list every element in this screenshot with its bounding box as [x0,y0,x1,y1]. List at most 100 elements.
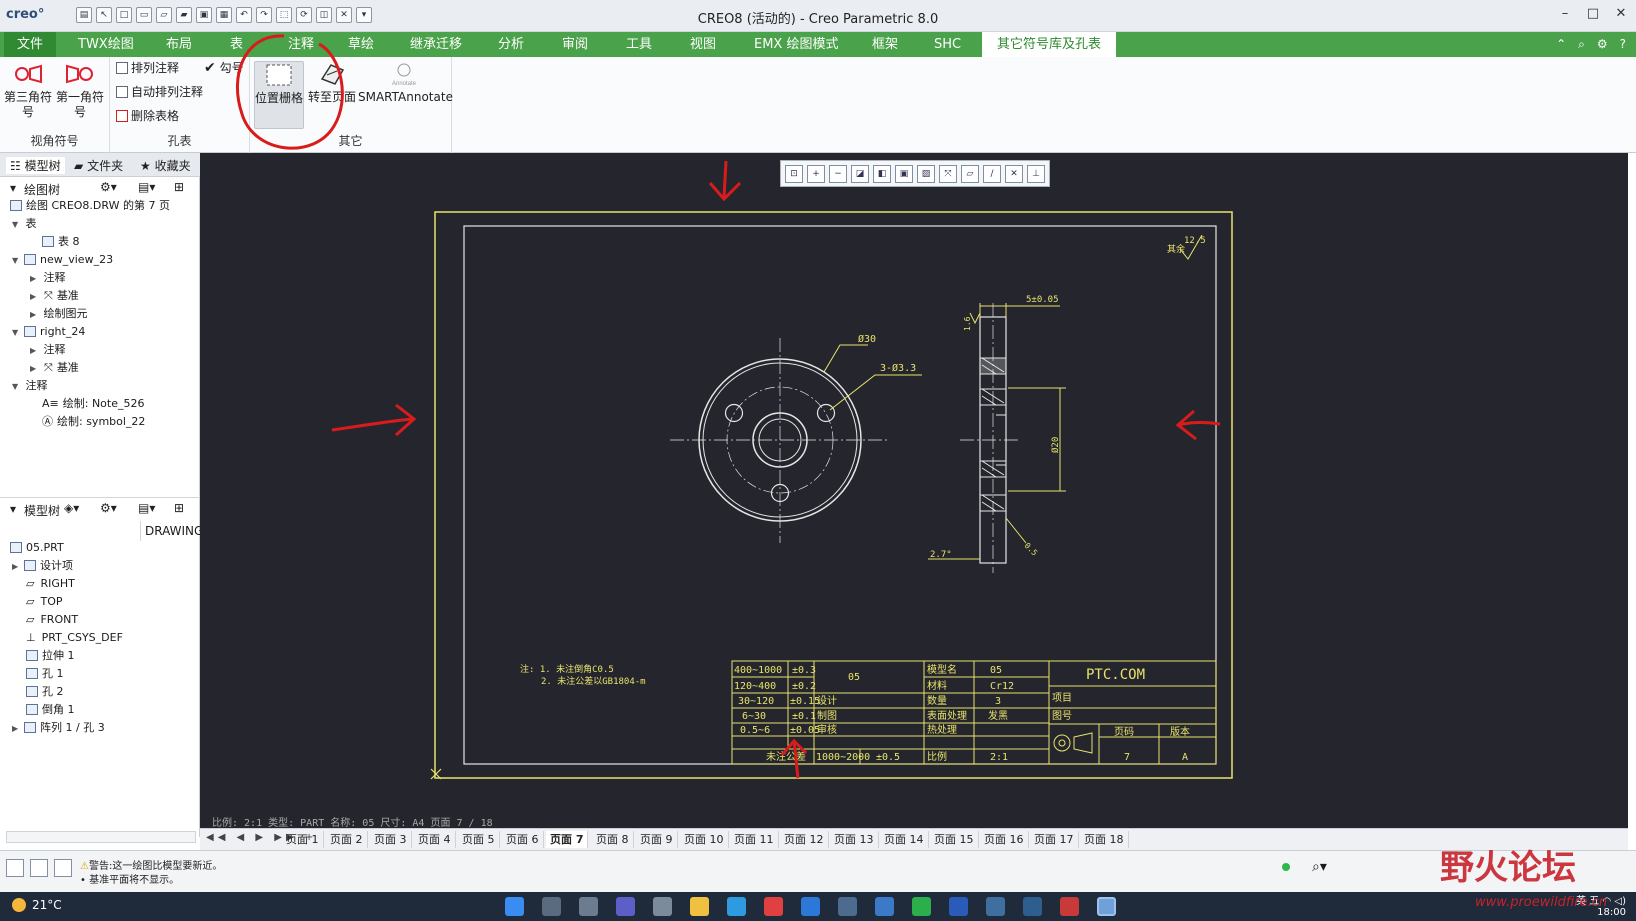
tree-columns-icon[interactable]: ▤▾ [138,501,155,515]
new-icon[interactable]: ▤ [76,7,92,23]
plane-display-icon[interactable]: ▱ [961,164,979,183]
third-angle-button[interactable]: 第三角符号 [2,61,54,120]
repaint-icon[interactable]: ◪ [851,164,869,183]
find-icon[interactable]: ⌕▾ [1312,859,1327,875]
tree-item[interactable]: ▶ 注释 [30,269,66,287]
volume-icon[interactable]: ◁) [1614,896,1626,907]
page-tab[interactable]: 页面 6 [502,831,544,848]
refit-icon[interactable]: ⊡ [785,164,803,183]
close-window-icon[interactable]: ✕ [336,7,352,23]
page-tab[interactable]: 页面 8 [592,831,634,848]
weather-widget[interactable]: 21°C [12,898,62,912]
tree-item[interactable]: ▱ TOP [24,593,62,611]
tab-twx-drawing[interactable]: TWX绘图 [72,32,140,57]
csys-display-icon[interactable]: ⊥ [1027,164,1045,183]
model-tree-header[interactable]: ▾ 模型树 ◈▾ ⚙▾ ▤▾ ⊞ [0,497,200,519]
page-tab[interactable]: 页面 18 [1080,831,1129,848]
collapse-icon[interactable]: ▾ [10,181,16,195]
save-as-icon[interactable]: ▦ [216,7,232,23]
search-icon[interactable]: ⌕ [1578,37,1585,52]
sketch-icon[interactable]: ▨ [917,164,935,183]
tab-favorites[interactable]: ★ 收藏夹 [140,157,191,174]
tree-item[interactable]: ▱ FRONT [24,611,78,629]
collapse-ribbon-icon[interactable]: ⌃ [1556,37,1566,52]
mail-icon[interactable] [801,897,820,916]
page-tab[interactable]: 页面 2 [326,831,368,848]
tree-item[interactable]: ▶ 注释 [30,341,66,359]
app-icon[interactable] [838,897,857,916]
view-manager-icon[interactable]: ▣ [895,164,913,183]
tab-tools[interactable]: 工具 [620,32,658,57]
navigator-icon[interactable] [30,859,48,877]
chat-icon[interactable] [616,897,635,916]
tree-item[interactable]: ▶ 阵列 1 / 孔 3 [12,719,105,737]
tree-columns-icon[interactable]: ▤▾ [138,180,155,194]
page-tab[interactable]: 页面 10 [680,831,729,848]
tree-item[interactable]: Ⓐ 绘制: symbol_22 [42,413,145,431]
tree-item[interactable]: ▶ 设计项 [12,557,73,575]
open-folder-icon[interactable]: ▰ [176,7,192,23]
tree-item[interactable]: 绘图 CREO8.DRW 的第 7 页 [8,197,170,215]
undo-icon[interactable]: ↶ [236,7,252,23]
tab-folder[interactable]: ▰ 文件夹 [74,157,123,174]
page-tab[interactable]: 页面 14 [880,831,929,848]
tree-item[interactable]: ▶ ⤧ 基准 [30,359,79,377]
page-tab[interactable]: 页面 11 [730,831,779,848]
point-display-icon[interactable]: ✕ [1005,164,1023,183]
smart-annotate-button[interactable]: Annotate SMARTAnnotate [358,61,453,105]
tab-model-tree[interactable]: ☷ 模型树 [6,157,65,174]
more-icon[interactable]: ▾ [356,7,372,23]
tree-item[interactable]: ⊥ PRT_CSYS_DEF [24,629,123,647]
arrange-notes-button[interactable]: 排列注释 [116,59,179,76]
page-tab[interactable]: 页面 5 [458,831,500,848]
calculator-icon[interactable] [875,897,894,916]
tree-item[interactable]: ▶ ⤧ 基准 [30,287,79,305]
tree-item[interactable]: 表 8 [40,233,80,251]
tree-settings-icon[interactable]: ⚙▾ [100,501,117,515]
datum-display-icon[interactable]: ⤧ [939,164,957,183]
maximize-icon[interactable]: □ [1586,6,1600,21]
tree-item[interactable]: ▼ new_view_23 [12,251,113,269]
tree-item[interactable]: 孔 1 [24,665,64,683]
tab-review[interactable]: 审阅 [556,32,594,57]
tree-item[interactable]: ▶ 绘制图元 [30,305,88,323]
tree-item[interactable]: 倒角 1 [24,701,75,719]
page-tab[interactable]: 页面 3 [370,831,412,848]
qq-icon[interactable] [764,897,783,916]
first-angle-button[interactable]: 第一角符号 [54,61,106,120]
zoom-in-icon[interactable]: + [807,164,825,183]
tab-file[interactable]: 文件 [4,32,56,57]
tree-item[interactable]: 拉伸 1 [24,647,75,665]
box-select-icon[interactable]: ⬚ [276,7,292,23]
help-icon[interactable]: ? [1620,37,1626,52]
creo-taskbar-icon[interactable] [1097,897,1116,916]
window-icon[interactable]: ◫ [316,7,332,23]
tree-item[interactable]: 05.PRT [8,539,64,557]
minimize-icon[interactable]: – [1558,6,1572,21]
tree-item[interactable]: ▼ 注释 [12,377,48,395]
new-file-icon[interactable]: □ [116,7,132,23]
tree-item[interactable]: ▼ 表 [12,215,37,233]
page-tab[interactable]: 页面 9 [636,831,678,848]
redo-icon[interactable]: ↷ [256,7,272,23]
page-tab[interactable]: 页面 13 [830,831,879,848]
auto-arrange-button[interactable]: 自动排列注释 [116,83,203,100]
regen-icon[interactable]: ⟳ [296,7,312,23]
tab-analysis[interactable]: 分析 [492,32,530,57]
page-tab[interactable]: 页面 16 [980,831,1029,848]
axis-display-icon[interactable]: ∕ [983,164,1001,183]
delete-table-button[interactable]: 删除表格 [116,107,179,124]
graphics-area[interactable]: 其余 12.5 Ø30 3-Ø3.3 5±0.05 Ø20 1.6 0.5 2.… [200,153,1628,828]
page-tab[interactable]: 页面 17 [1030,831,1079,848]
tab-emx-drawing[interactable]: EMX 绘图模式 [748,32,844,57]
page-tab[interactable]: 页面 15 [930,831,979,848]
save-icon[interactable]: ▣ [196,7,212,23]
layout-icon[interactable] [6,859,24,877]
search-icon[interactable] [542,897,561,916]
model-display-icon[interactable]: ◈▾ [64,501,79,515]
app-icon[interactable] [1023,897,1042,916]
tab-frame[interactable]: 框架 [866,32,904,57]
display-style-icon[interactable]: ◧ [873,164,891,183]
wechat-icon[interactable] [912,897,931,916]
collapse-icon[interactable]: ▾ [10,502,16,516]
